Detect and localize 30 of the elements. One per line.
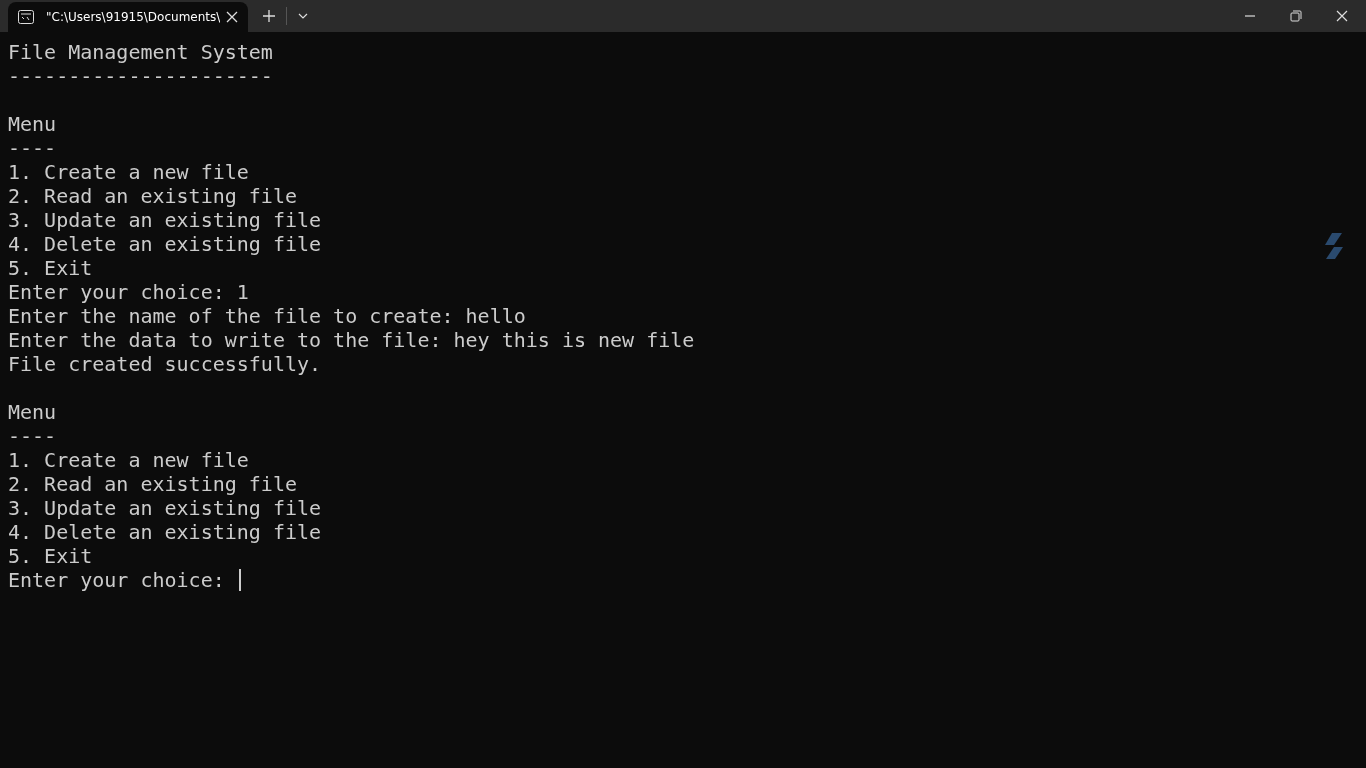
- dropdown-icon[interactable]: [298, 13, 308, 19]
- terminal-prompt: Enter your choice:: [8, 568, 225, 592]
- terminal-line: 5. Exit: [8, 256, 93, 280]
- terminal-line: 1. Create a new file: [8, 448, 249, 472]
- terminal-line: Menu: [8, 400, 57, 424]
- terminal-line: 3. Update an existing file: [8, 208, 322, 232]
- terminal-line: 4. Delete an existing file: [8, 520, 322, 544]
- terminal-line: 3. Update an existing file: [8, 496, 322, 520]
- terminal-line: 5. Exit: [8, 544, 93, 568]
- tab-title: "C:\Users\91915\Documents\: [46, 10, 220, 24]
- terminal-line: Menu: [8, 112, 57, 136]
- terminal-line: ----: [8, 424, 57, 448]
- terminal-line: File created successfully.: [8, 352, 322, 376]
- terminal-line: Enter the name of the file to create: hello: [8, 304, 526, 328]
- terminal-line: ----------------------: [8, 64, 273, 88]
- close-tab-icon[interactable]: [226, 11, 238, 23]
- close-icon[interactable]: [1336, 10, 1348, 22]
- text-cursor: [238, 569, 241, 591]
- terminal-line: 2. Read an existing file: [8, 184, 297, 208]
- terminal-line: ----: [8, 136, 57, 160]
- terminal-line: File Management System: [8, 40, 273, 64]
- terminal-line: Enter your choice: 1: [8, 280, 249, 304]
- restore-icon[interactable]: [1290, 10, 1302, 22]
- terminal-line: Enter the data to write to the file: hey this is new file: [8, 328, 695, 352]
- terminal-line: 1. Create a new file: [8, 160, 249, 184]
- terminal-line: 2. Read an existing file: [8, 472, 297, 496]
- console-icon: [18, 10, 34, 24]
- terminal-tab[interactable]: "C:\Users\91915\Documents\: [8, 2, 248, 32]
- new-tab-icon[interactable]: [263, 10, 275, 22]
- terminal-line: 4. Delete an existing file: [8, 232, 322, 256]
